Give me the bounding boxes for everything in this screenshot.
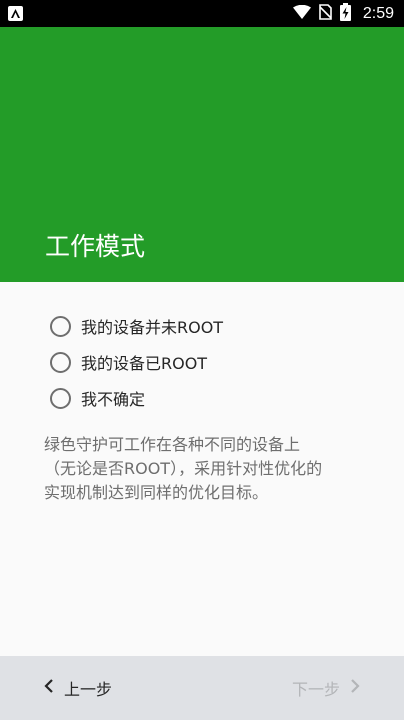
previous-step-label: 上一步 xyxy=(64,680,113,699)
next-step-button[interactable]: 下一步 xyxy=(292,656,360,720)
option-not-sure[interactable]: 我不确定 xyxy=(50,385,145,411)
description-text: 绿色守护可工作在各种不同的设备上 （无论是否ROOT），采用针对性优化的 实现机… xyxy=(44,433,374,505)
status-icons: 2:59 xyxy=(292,0,394,27)
previous-step-button[interactable]: 上一步 xyxy=(44,656,112,720)
no-sim-icon xyxy=(319,3,332,24)
option-label: 我不确定 xyxy=(81,390,146,409)
description-line: 绿色守护可工作在各种不同的设备上 xyxy=(44,435,301,454)
radio-button-icon[interactable] xyxy=(50,315,71,337)
app-notification-icon xyxy=(8,6,23,21)
radio-button-icon[interactable] xyxy=(50,387,71,409)
option-rooted[interactable]: 我的设备已ROOT xyxy=(50,349,207,375)
page-title: 工作模式 xyxy=(45,232,146,261)
mode-selection-content: 我的设备并未ROOT 我的设备已ROOT 我不确定 绿色守护可工作在各种不同的设… xyxy=(0,282,404,656)
chevron-left-icon xyxy=(44,679,54,697)
option-not-rooted[interactable]: 我的设备并未ROOT xyxy=(50,313,223,339)
battery-charging-icon xyxy=(339,2,351,25)
chevron-right-icon xyxy=(350,679,360,697)
option-label: 我的设备并未ROOT xyxy=(81,318,224,337)
status-bar: 2:59 xyxy=(0,0,404,27)
bottom-navigation: 上一步 下一步 xyxy=(0,656,404,720)
option-label: 我的设备已ROOT xyxy=(81,354,208,373)
wifi-icon xyxy=(292,4,311,23)
radio-button-icon[interactable] xyxy=(50,351,71,373)
description-line: 实现机制达到同样的优化目标。 xyxy=(44,483,269,502)
header-banner: 工作模式 xyxy=(0,27,404,282)
description-line: （无论是否ROOT），采用针对性优化的 xyxy=(44,459,323,478)
next-step-label: 下一步 xyxy=(291,680,340,699)
status-time: 2:59 xyxy=(362,4,394,22)
